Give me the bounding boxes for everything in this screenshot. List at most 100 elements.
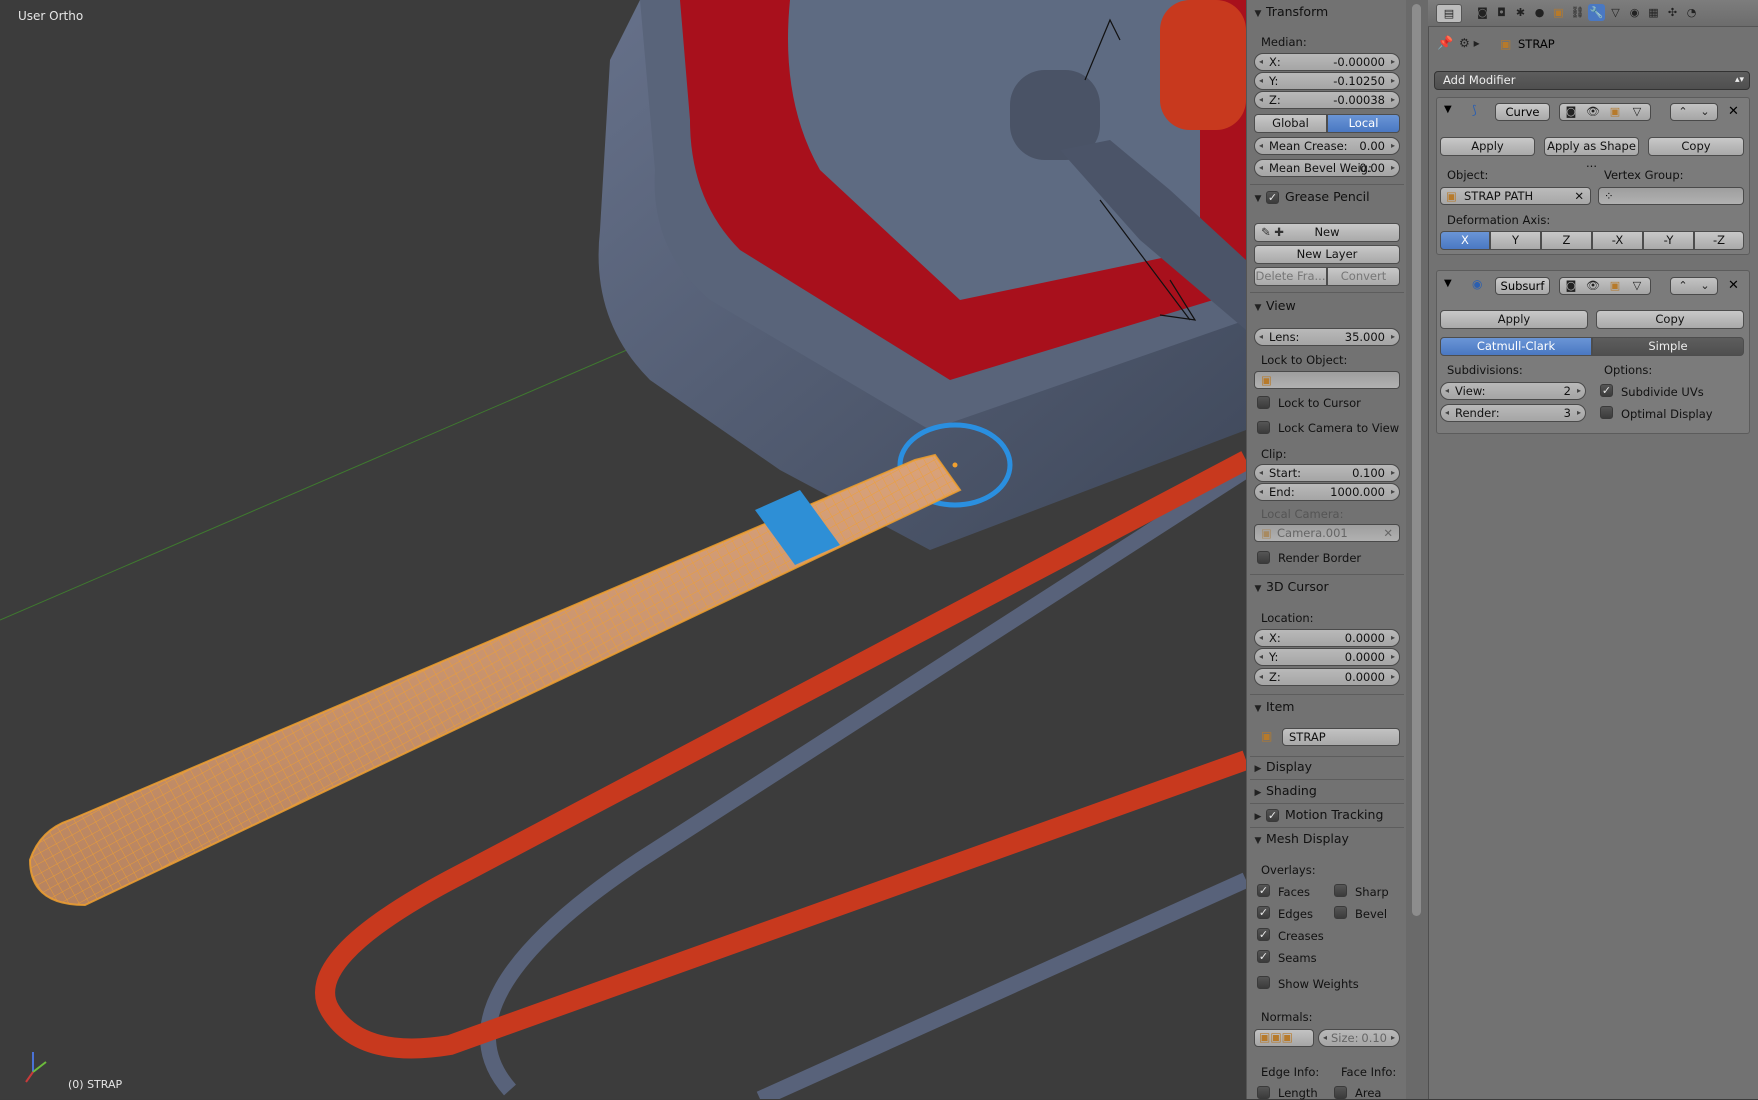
- curve-apply-shape-button[interactable]: Apply as Shape ...: [1544, 137, 1639, 170]
- local-toggle[interactable]: Local: [1327, 114, 1400, 133]
- physics-tab-icon[interactable]: ◔: [1683, 4, 1700, 21]
- seams-checkbox[interactable]: ✓: [1257, 950, 1270, 963]
- panel-grease-pencil-header[interactable]: ▼ ✓ Grease Pencil: [1252, 187, 1406, 207]
- curve-apply-button[interactable]: Apply: [1440, 137, 1535, 156]
- grease-pencil-checkbox[interactable]: ✓: [1266, 191, 1279, 204]
- subdivide-uvs-checkbox[interactable]: ✓: [1600, 384, 1613, 397]
- show-weights-checkbox[interactable]: [1257, 976, 1270, 989]
- axis-neg-x-button[interactable]: -X: [1592, 231, 1643, 250]
- panel-view-header[interactable]: ▼ View: [1252, 296, 1406, 316]
- curve-copy-button[interactable]: Copy: [1648, 137, 1744, 156]
- texture-tab-icon[interactable]: ▦: [1645, 4, 1662, 21]
- median-z-field[interactable]: ◂ Z: -0.00038 ▸: [1254, 91, 1400, 109]
- cage-toggle-icon[interactable]: ▽: [1629, 104, 1645, 120]
- lens-field[interactable]: ◂ Lens: 35.000 ▸: [1254, 328, 1400, 346]
- object-tab-icon[interactable]: ▣: [1550, 4, 1567, 21]
- convert-button[interactable]: Convert: [1327, 267, 1400, 286]
- normals-toggle-group[interactable]: ▣▣▣: [1254, 1029, 1314, 1047]
- shelf-scrollbar[interactable]: [1406, 0, 1428, 1099]
- subsurf-modifier-name[interactable]: Subsurf: [1495, 277, 1550, 295]
- render-layers-tab-icon[interactable]: ◘: [1493, 4, 1510, 21]
- panel-shading-header[interactable]: ▶ Shading: [1252, 781, 1406, 801]
- editmode-toggle-icon[interactable]: ▣: [1607, 104, 1623, 120]
- curve-modifier-name[interactable]: Curve: [1495, 103, 1550, 121]
- clip-end-field[interactable]: ◂ End: 1000.000 ▸: [1254, 483, 1400, 501]
- cursor-x-field[interactable]: ◂ X: 0.0000 ▸: [1254, 629, 1400, 647]
- pin-icon[interactable]: 📌: [1437, 36, 1453, 51]
- scrollbar-thumb[interactable]: [1412, 4, 1421, 916]
- clip-start-field[interactable]: ◂ Start: 0.100 ▸: [1254, 464, 1400, 482]
- editor-type-icon[interactable]: ▤: [1436, 4, 1462, 23]
- add-modifier-dropdown[interactable]: Add Modifier ▴▾: [1434, 71, 1750, 90]
- axis-z-button[interactable]: Z: [1541, 231, 1592, 250]
- remove-modifier-icon[interactable]: ✕: [1728, 104, 1739, 119]
- delete-frame-button[interactable]: Delete Fra...: [1254, 267, 1327, 286]
- particles-tab-icon[interactable]: ✣: [1664, 4, 1681, 21]
- data-tab-icon[interactable]: ▽: [1607, 4, 1624, 21]
- move-down-icon[interactable]: ⌄: [1697, 104, 1713, 120]
- world-tab-icon[interactable]: ●: [1531, 4, 1548, 21]
- axis-neg-z-button[interactable]: -Z: [1694, 231, 1744, 250]
- vertex-group-field[interactable]: ⁘: [1598, 187, 1744, 205]
- modifiers-tab-icon[interactable]: 🔧: [1588, 4, 1605, 21]
- mean-bevel-field[interactable]: ◂ Mean Bevel Weig: 0.00 ▸: [1254, 159, 1400, 177]
- grease-pencil-new-button[interactable]: ✎ ✚ New: [1254, 223, 1400, 242]
- scene-tab-icon[interactable]: ✱: [1512, 4, 1529, 21]
- motion-tracking-checkbox[interactable]: ✓: [1266, 809, 1279, 822]
- subsurf-view-field[interactable]: ◂ View: 2 ▸: [1440, 382, 1586, 400]
- panel-item-header[interactable]: ▼ Item: [1252, 697, 1406, 717]
- median-y-field[interactable]: ◂ Y: -0.10250 ▸: [1254, 72, 1400, 90]
- axis-x-button[interactable]: X: [1440, 231, 1490, 250]
- constraints-tab-icon[interactable]: ⛓: [1569, 4, 1586, 21]
- sharp-checkbox[interactable]: [1334, 884, 1347, 897]
- viewport-toggle-icon[interactable]: 👁: [1585, 104, 1601, 120]
- material-tab-icon[interactable]: ◉: [1626, 4, 1643, 21]
- edges-checkbox[interactable]: ✓: [1257, 906, 1270, 919]
- move-up-icon[interactable]: ⌃: [1675, 104, 1691, 120]
- panel-display-header[interactable]: ▶ Display: [1252, 757, 1406, 777]
- optimal-display-checkbox[interactable]: [1600, 406, 1613, 419]
- cursor-y-field[interactable]: ◂ Y: 0.0000 ▸: [1254, 648, 1400, 666]
- axis-y-button[interactable]: Y: [1490, 231, 1541, 250]
- creases-checkbox[interactable]: ✓: [1257, 928, 1270, 941]
- clear-icon[interactable]: ✕: [1574, 188, 1584, 204]
- lock-camera-checkbox[interactable]: [1257, 421, 1270, 434]
- clear-icon[interactable]: ✕: [1383, 525, 1393, 541]
- normals-size-field[interactable]: ◂ Size: 0.10 ▸: [1318, 1029, 1400, 1047]
- new-layer-button[interactable]: New Layer: [1254, 245, 1400, 264]
- panel-3d-cursor-header[interactable]: ▼ 3D Cursor: [1252, 577, 1406, 597]
- panel-mesh-display-header[interactable]: ▼ Mesh Display: [1252, 829, 1406, 849]
- move-up-icon[interactable]: ⌃: [1675, 278, 1691, 294]
- render-toggle-icon[interactable]: ◙: [1563, 104, 1579, 120]
- global-toggle[interactable]: Global: [1254, 114, 1327, 133]
- lock-to-cursor-checkbox[interactable]: [1257, 396, 1270, 409]
- item-name-field[interactable]: STRAP: [1282, 728, 1400, 746]
- render-tab-icon[interactable]: ◙: [1474, 4, 1491, 21]
- length-checkbox[interactable]: [1257, 1086, 1270, 1099]
- render-toggle-icon[interactable]: ◙: [1563, 278, 1579, 294]
- vertex-normals-icon[interactable]: ▣▣▣: [1259, 1030, 1293, 1044]
- lock-object-field[interactable]: ▣: [1254, 371, 1400, 389]
- editmode-toggle-icon[interactable]: ▣: [1607, 278, 1623, 294]
- cursor-z-field[interactable]: ◂ Z: 0.0000 ▸: [1254, 668, 1400, 686]
- mean-crease-field[interactable]: ◂ Mean Crease: 0.00 ▸: [1254, 137, 1400, 155]
- bevel-checkbox[interactable]: [1334, 906, 1347, 919]
- panel-transform-header[interactable]: ▼ Transform: [1252, 2, 1406, 22]
- median-x-field[interactable]: ◂ X: -0.00000 ▸: [1254, 53, 1400, 71]
- viewport-toggle-icon[interactable]: 👁: [1585, 278, 1601, 294]
- subsurf-render-field[interactable]: ◂ Render: 3 ▸: [1440, 404, 1586, 422]
- remove-modifier-icon[interactable]: ✕: [1728, 278, 1739, 293]
- catmull-clark-button[interactable]: Catmull-Clark: [1440, 337, 1592, 356]
- subsurf-copy-button[interactable]: Copy: [1596, 310, 1744, 329]
- faces-checkbox[interactable]: ✓: [1257, 884, 1270, 897]
- move-down-icon[interactable]: ⌄: [1697, 278, 1713, 294]
- curve-object-field[interactable]: ▣ STRAP PATH ✕: [1440, 187, 1591, 205]
- collapse-icon[interactable]: ▼: [1444, 104, 1452, 115]
- subsurf-apply-button[interactable]: Apply: [1440, 310, 1588, 329]
- cage-toggle-icon[interactable]: ▽: [1629, 278, 1645, 294]
- render-border-checkbox[interactable]: [1257, 551, 1270, 564]
- 3d-viewport[interactable]: User Ortho (0) STRAP: [0, 0, 1246, 1099]
- area-checkbox[interactable]: [1334, 1086, 1347, 1099]
- axis-neg-y-button[interactable]: -Y: [1643, 231, 1694, 250]
- panel-motion-tracking-header[interactable]: ▶ ✓ Motion Tracking: [1252, 805, 1406, 825]
